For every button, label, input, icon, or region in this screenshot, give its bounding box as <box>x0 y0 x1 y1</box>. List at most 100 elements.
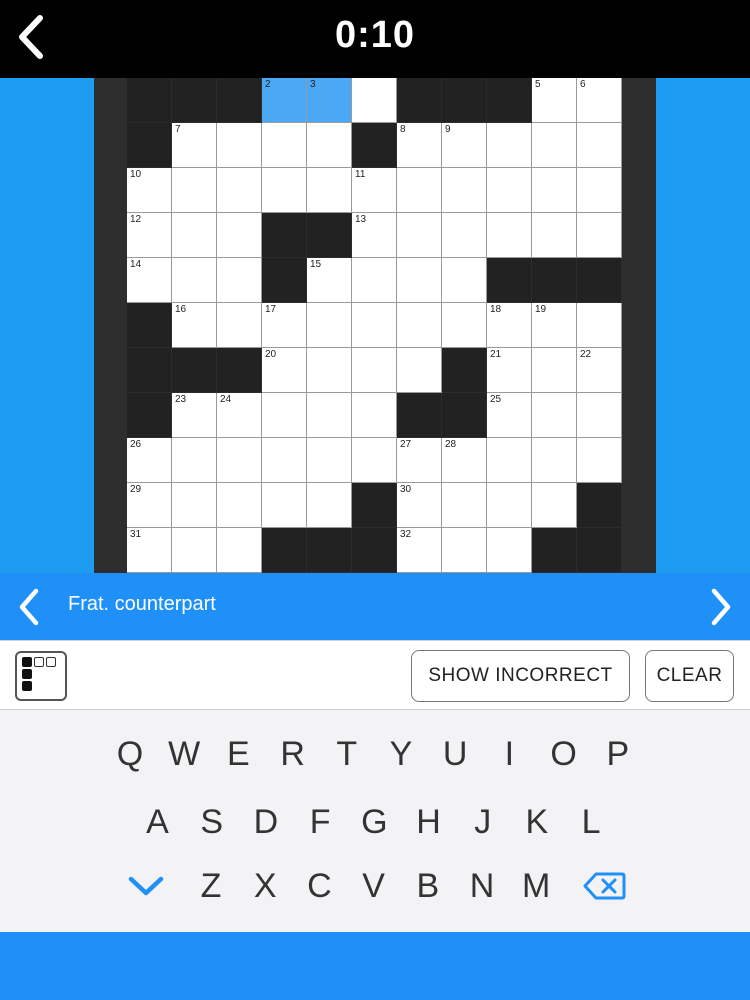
grid-cell[interactable] <box>532 213 577 258</box>
grid-mode-toggle[interactable] <box>15 651 67 701</box>
grid-cell[interactable] <box>172 528 217 573</box>
next-clue-button[interactable] <box>696 581 746 633</box>
grid-cell[interactable] <box>217 258 262 303</box>
key-z[interactable]: Z <box>186 858 236 914</box>
grid-cell[interactable] <box>172 438 217 483</box>
grid-cell[interactable]: 12 <box>127 213 172 258</box>
grid-cell[interactable]: 26 <box>127 438 172 483</box>
grid-cell[interactable]: 27 <box>397 438 442 483</box>
key-c[interactable]: C <box>294 858 344 914</box>
grid-cell[interactable]: 6 <box>577 78 622 123</box>
key-u[interactable]: U <box>430 726 480 782</box>
key-s[interactable]: S <box>187 794 237 850</box>
backspace-button[interactable] <box>579 858 629 914</box>
key-f[interactable]: F <box>295 794 345 850</box>
key-g[interactable]: G <box>349 794 399 850</box>
grid-cell[interactable] <box>577 123 622 168</box>
grid-cell[interactable] <box>487 438 532 483</box>
grid-cell[interactable]: 14 <box>127 258 172 303</box>
grid-cell[interactable]: 17 <box>262 303 307 348</box>
grid-cell[interactable] <box>397 303 442 348</box>
key-o[interactable]: O <box>539 726 589 782</box>
grid-cell[interactable]: 19 <box>532 303 577 348</box>
key-t[interactable]: T <box>322 726 372 782</box>
grid-cell[interactable]: 5 <box>532 78 577 123</box>
grid-cell[interactable] <box>172 168 217 213</box>
grid-cell[interactable]: 22 <box>577 348 622 393</box>
key-p[interactable]: P <box>593 726 643 782</box>
key-m[interactable]: M <box>511 858 561 914</box>
grid-cell[interactable] <box>442 303 487 348</box>
grid-cell[interactable] <box>487 528 532 573</box>
grid-cell[interactable]: 25 <box>487 393 532 438</box>
grid-cell[interactable]: 11 <box>352 168 397 213</box>
grid-cell[interactable] <box>307 123 352 168</box>
show-incorrect-button[interactable]: SHOW INCORRECT <box>411 650 630 702</box>
grid-cell[interactable] <box>217 168 262 213</box>
key-x[interactable]: X <box>240 858 290 914</box>
key-n[interactable]: N <box>457 858 507 914</box>
key-w[interactable]: W <box>159 726 209 782</box>
grid-cell[interactable] <box>172 483 217 528</box>
grid-cell[interactable] <box>217 438 262 483</box>
grid-cell[interactable] <box>262 393 307 438</box>
grid-cell[interactable] <box>352 438 397 483</box>
grid-cell[interactable] <box>217 123 262 168</box>
grid-cell[interactable] <box>217 303 262 348</box>
key-e[interactable]: E <box>213 726 263 782</box>
grid-cell[interactable]: 13 <box>352 213 397 258</box>
grid-cell[interactable] <box>352 393 397 438</box>
grid-cell[interactable] <box>442 213 487 258</box>
grid-cell[interactable] <box>487 168 532 213</box>
key-i[interactable]: I <box>484 726 534 782</box>
grid-cell[interactable]: 29 <box>127 483 172 528</box>
grid-cell[interactable] <box>577 438 622 483</box>
clear-button[interactable]: CLEAR <box>645 650 734 702</box>
grid-cell[interactable] <box>487 123 532 168</box>
grid-cell[interactable]: 10 <box>127 168 172 213</box>
grid-cell[interactable] <box>532 393 577 438</box>
grid-cell[interactable] <box>532 168 577 213</box>
grid-cell[interactable]: 15 <box>307 258 352 303</box>
grid-cell[interactable] <box>217 528 262 573</box>
grid-cell[interactable]: 28 <box>442 438 487 483</box>
grid-cell[interactable] <box>532 483 577 528</box>
grid-cell[interactable] <box>397 213 442 258</box>
grid-cell[interactable] <box>262 483 307 528</box>
grid-cell[interactable]: 2 <box>262 78 307 123</box>
grid-cell[interactable] <box>307 303 352 348</box>
key-q[interactable]: Q <box>105 726 155 782</box>
grid-cell[interactable] <box>352 258 397 303</box>
grid-cell[interactable]: 16 <box>172 303 217 348</box>
previous-clue-button[interactable] <box>4 581 54 633</box>
grid-cell[interactable] <box>217 213 262 258</box>
grid-cell[interactable] <box>307 168 352 213</box>
grid-cell[interactable] <box>262 168 307 213</box>
grid-cell[interactable]: 32 <box>397 528 442 573</box>
grid-cell[interactable] <box>577 393 622 438</box>
grid-cell[interactable] <box>577 168 622 213</box>
grid-cell[interactable] <box>352 348 397 393</box>
key-v[interactable]: V <box>349 858 399 914</box>
grid-cell[interactable] <box>442 168 487 213</box>
grid-cell[interactable] <box>442 258 487 303</box>
grid-cell[interactable] <box>262 438 307 483</box>
grid-cell[interactable] <box>442 528 487 573</box>
grid-cell[interactable] <box>532 438 577 483</box>
key-k[interactable]: K <box>512 794 562 850</box>
grid-cell[interactable] <box>397 168 442 213</box>
grid-cell[interactable]: 31 <box>127 528 172 573</box>
grid-cell[interactable] <box>442 483 487 528</box>
key-r[interactable]: R <box>268 726 318 782</box>
grid-cell[interactable]: 8 <box>397 123 442 168</box>
grid-cell[interactable] <box>307 438 352 483</box>
key-y[interactable]: Y <box>376 726 426 782</box>
grid-cell[interactable] <box>307 393 352 438</box>
grid-cell[interactable]: 30 <box>397 483 442 528</box>
grid-cell[interactable] <box>307 483 352 528</box>
grid-cell[interactable] <box>397 258 442 303</box>
grid-cell[interactable] <box>397 348 442 393</box>
grid-cell[interactable] <box>262 123 307 168</box>
grid-cell[interactable] <box>352 78 397 123</box>
key-j[interactable]: J <box>458 794 508 850</box>
